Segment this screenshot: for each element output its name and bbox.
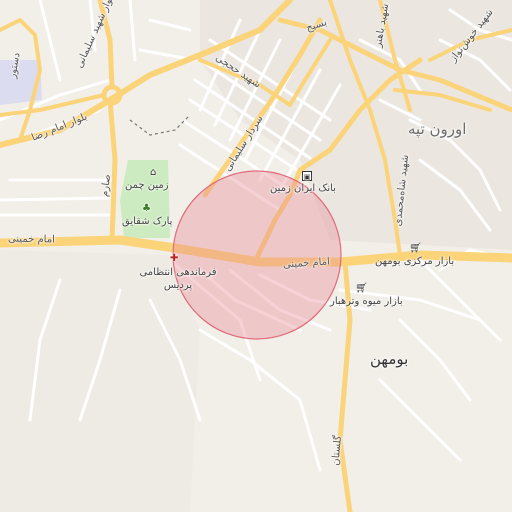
shopping-cart-icon[interactable]: 🛒︎ <box>409 244 422 254</box>
map-canvas[interactable]: امام خمینی امام خمینی شهید حججی سردار سل… <box>0 0 512 512</box>
street-label-imam-khomeini-west: امام خمینی <box>7 233 55 246</box>
poi-label-park-shaghayegh[interactable]: پارک شقایق <box>122 216 172 227</box>
shopping-cart-icon[interactable]: 🛒︎ <box>355 284 368 294</box>
poi-label-police[interactable]: فرماندهی انتظامی پردیس <box>138 266 218 292</box>
poi-label-bazar-markazi[interactable]: بازار مرکزی بومهن <box>375 256 454 267</box>
stadium-icon[interactable]: ⌂ <box>150 168 156 178</box>
police-icon[interactable]: ✚ <box>170 254 178 264</box>
tree-icon[interactable]: ♣ <box>142 204 151 214</box>
area-label-owrontape: اورون تپه <box>408 120 467 138</box>
bank-icon[interactable]: ▣ <box>302 171 312 181</box>
area-label-boumehen: بومهن <box>370 350 409 368</box>
poi-label-bank[interactable]: بانک ایران زمین <box>270 183 336 194</box>
poi-label-zamin-chaman[interactable]: زمین چمن <box>125 180 169 191</box>
search-radius-circle <box>172 170 342 340</box>
poi-label-bazar-mive[interactable]: بازار میوه وترهبار <box>330 296 403 307</box>
